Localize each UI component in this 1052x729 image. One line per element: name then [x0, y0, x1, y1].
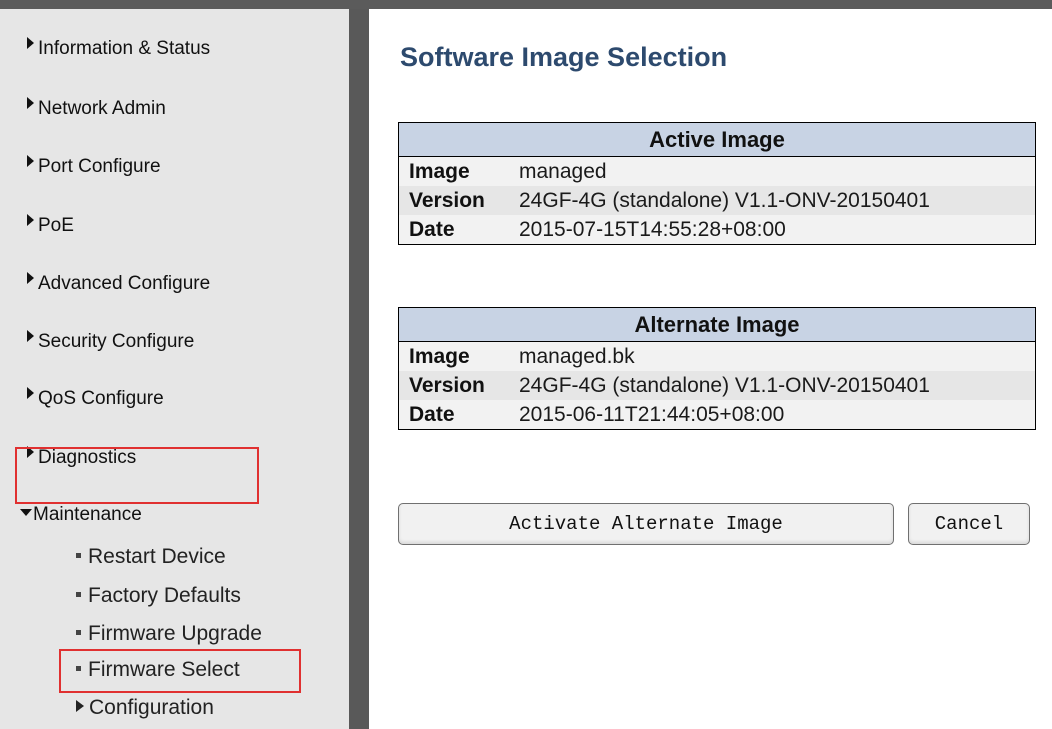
- sidebar-item-network-admin[interactable]: Network Admin: [27, 97, 166, 119]
- row-key: Date: [398, 215, 519, 245]
- active-image-table: Active Image Image managed Version 24GF-…: [398, 122, 1036, 245]
- sidebar-item-label: Network Admin: [38, 98, 166, 119]
- table-row: Version 24GF-4G (standalone) V1.1-ONV-20…: [398, 186, 1036, 215]
- sub-item-firmware-upgrade[interactable]: Firmware Upgrade: [76, 622, 262, 646]
- sidebar-item-qos-configure[interactable]: QoS Configure: [27, 387, 164, 409]
- sidebar-item-advanced-configure[interactable]: Advanced Configure: [27, 272, 211, 294]
- page-title: Software Image Selection: [400, 42, 728, 72]
- alternate-image-table: Alternate Image Image managed.bk Version…: [398, 307, 1036, 430]
- row-key: Image: [398, 341, 519, 371]
- sidebar-item-maintenance[interactable]: Maintenance: [20, 503, 142, 525]
- row-value: 24GF-4G (standalone) V1.1-ONV-20150401: [519, 186, 1036, 215]
- chevron-right-icon: [76, 700, 84, 713]
- table-row: Date 2015-06-11T21:44:05+08:00: [398, 400, 1036, 430]
- sidebar-item-label: Maintenance: [33, 504, 142, 525]
- table-header: Alternate Image: [398, 307, 1036, 342]
- row-value: managed.bk: [519, 341, 1036, 371]
- sidebar-item-label: Information & Status: [38, 38, 211, 59]
- cancel-button[interactable]: Cancel: [908, 503, 1030, 545]
- sub-item-label: Configuration: [89, 696, 214, 719]
- sidebar: Information & Status Network Admin Port …: [0, 9, 349, 729]
- table-row: Image managed.bk: [398, 341, 1036, 371]
- sidebar-item-poe[interactable]: PoE: [27, 214, 74, 236]
- row-key: Image: [398, 156, 519, 186]
- sidebar-item-label: Port Configure: [38, 156, 161, 177]
- table-row: Image managed: [398, 156, 1036, 186]
- sidebar-divider: [349, 9, 369, 729]
- sidebar-item-label: QoS Configure: [38, 388, 164, 409]
- sub-item-restart-device[interactable]: Restart Device: [76, 545, 226, 569]
- sub-item-firmware-select[interactable]: Firmware Select: [76, 658, 240, 682]
- sidebar-item-label: PoE: [38, 215, 74, 236]
- sub-item-factory-defaults[interactable]: Factory Defaults: [76, 584, 241, 608]
- sidebar-item-security-configure[interactable]: Security Configure: [27, 330, 195, 352]
- table-header: Active Image: [398, 122, 1036, 157]
- row-key: Version: [398, 186, 519, 215]
- row-value: 24GF-4G (standalone) V1.1-ONV-20150401: [519, 371, 1036, 400]
- bullet-icon: [76, 552, 81, 558]
- top-bar: [0, 0, 1052, 9]
- row-value: managed: [519, 156, 1036, 186]
- row-key: Version: [398, 371, 519, 400]
- row-value: 2015-07-15T14:55:28+08:00: [519, 215, 1036, 245]
- table-row: Version 24GF-4G (standalone) V1.1-ONV-20…: [398, 371, 1036, 400]
- sub-item-label: Restart Device: [88, 545, 226, 568]
- sub-item-label: Factory Defaults: [88, 584, 241, 607]
- bullet-icon: [76, 629, 81, 635]
- table-row: Date 2015-07-15T14:55:28+08:00: [398, 215, 1036, 245]
- sub-item-label: Firmware Upgrade: [88, 622, 262, 645]
- row-key: Date: [398, 400, 519, 430]
- activate-alternate-image-button[interactable]: Activate Alternate Image: [398, 503, 894, 545]
- row-value: 2015-06-11T21:44:05+08:00: [519, 400, 1036, 430]
- sidebar-item-information-status[interactable]: Information & Status: [27, 37, 211, 59]
- bullet-icon: [76, 665, 81, 671]
- sub-item-configuration[interactable]: Configuration: [76, 696, 214, 720]
- bullet-icon: [76, 591, 81, 597]
- maintenance-highlight-box: [15, 447, 259, 504]
- sidebar-item-label: Security Configure: [38, 331, 195, 352]
- sub-item-label: Firmware Select: [88, 658, 240, 681]
- sidebar-item-label: Advanced Configure: [38, 273, 211, 294]
- sidebar-item-port-configure[interactable]: Port Configure: [27, 155, 161, 177]
